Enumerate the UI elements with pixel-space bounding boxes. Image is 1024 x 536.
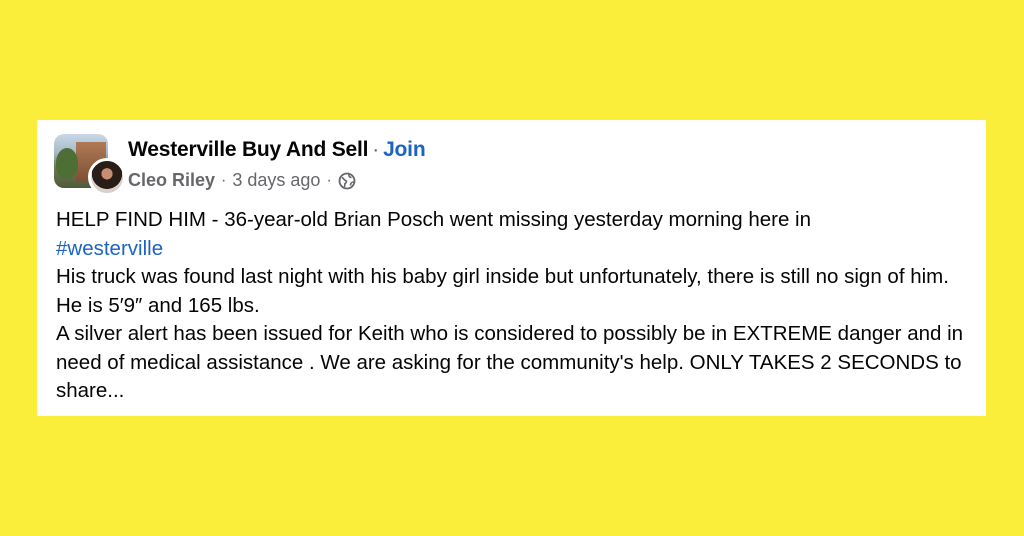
post-body: HELP FIND HIM - 36-year-old Brian Posch … <box>56 206 976 406</box>
meta-separator: · <box>221 171 227 189</box>
group-name-link[interactable]: Westerville Buy And Sell <box>128 138 368 161</box>
post-card: Westerville Buy And Sell · Join Cleo Riley… <box>37 120 986 416</box>
post-paragraph-3: A silver alert has been issued for Keith… <box>56 322 964 402</box>
post-text-intro: HELP FIND HIM - 36-year-old Brian Posch … <box>56 208 811 231</box>
post-meta: Cleo Riley · 3 days ago · <box>128 170 356 191</box>
post-timestamp[interactable]: 3 days ago <box>232 170 320 191</box>
group-separator: · <box>372 138 380 161</box>
group-avatar-tree <box>56 148 78 178</box>
hashtag-link[interactable]: #westerville <box>56 237 163 260</box>
post-header: Westerville Buy And Sell · Join Cleo Riley… <box>54 134 954 196</box>
post-paragraph-2: His truck was found last night with his … <box>56 265 949 317</box>
group-title-line: Westerville Buy And Sell · Join <box>128 138 426 162</box>
post-line-1: HELP FIND HIM - 36-year-old Brian Posch … <box>56 206 976 263</box>
author-avatar[interactable] <box>88 158 126 196</box>
meta-separator-2: · <box>326 171 332 189</box>
author-name-link[interactable]: Cleo Riley <box>128 170 215 191</box>
join-link[interactable]: Join <box>383 138 426 161</box>
globe-icon[interactable] <box>338 172 356 190</box>
